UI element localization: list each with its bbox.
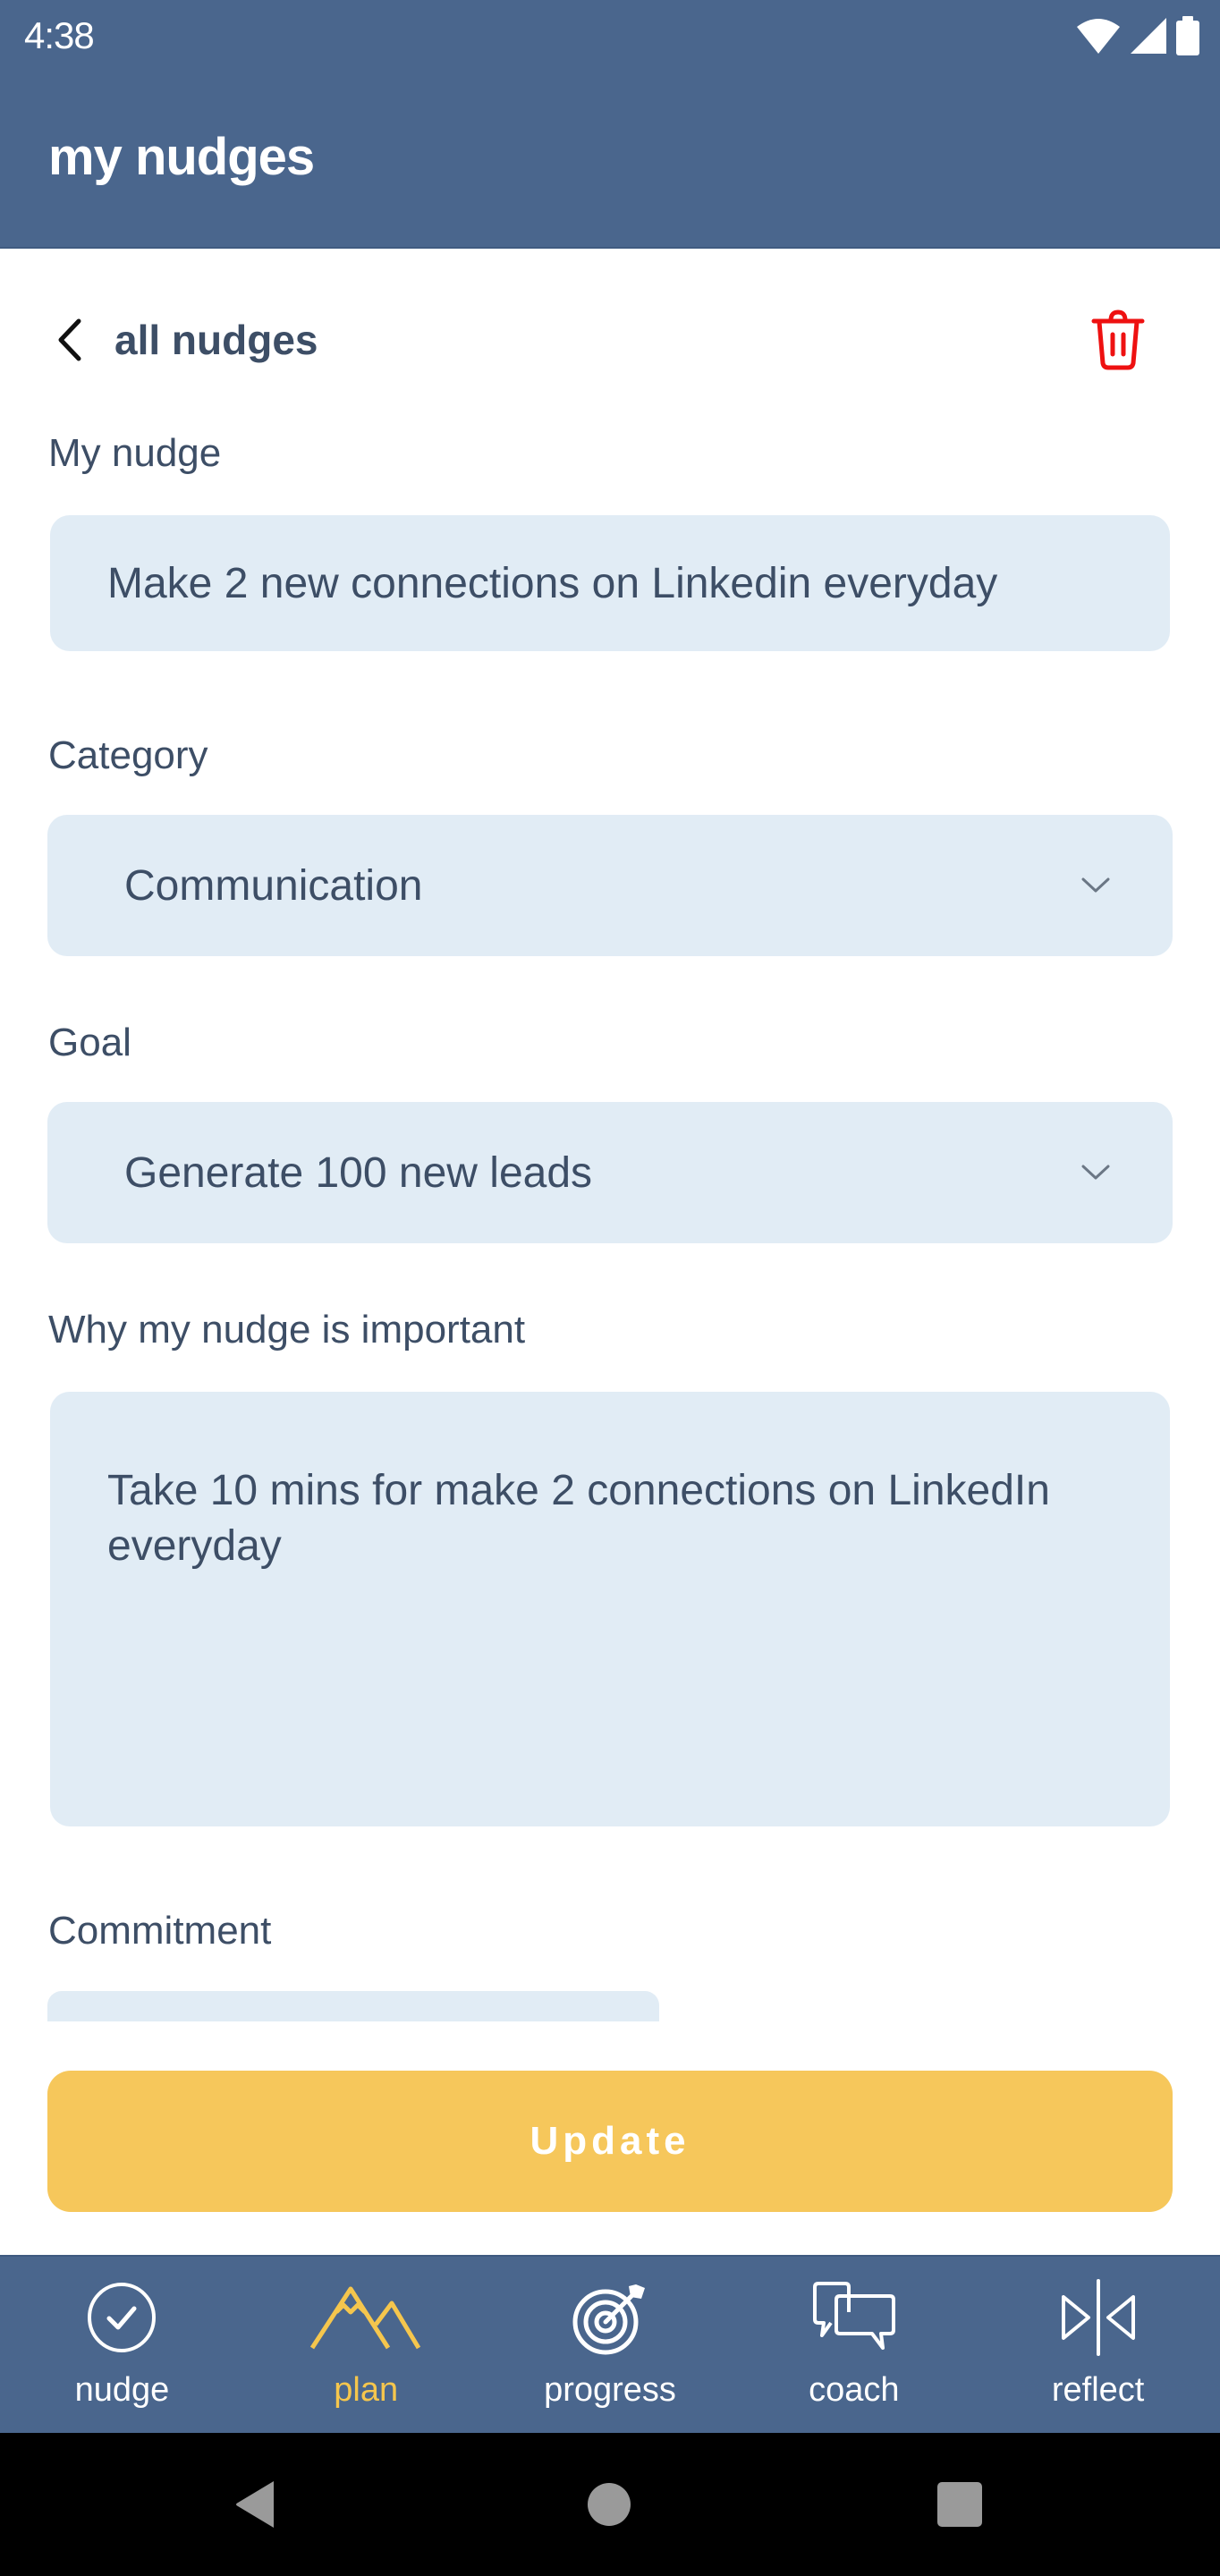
- nav-item-plan[interactable]: plan: [244, 2257, 488, 2433]
- chevron-down-icon: [1081, 877, 1110, 893]
- nudge-input[interactable]: Make 2 new connections on Linkedin every…: [50, 515, 1170, 651]
- cellular-signal-icon: [1131, 18, 1166, 54]
- system-back-button[interactable]: [224, 2476, 286, 2533]
- status-icons: [1075, 16, 1200, 55]
- commitment-input[interactable]: [47, 1991, 659, 2021]
- chevron-left-icon: [58, 318, 81, 361]
- status-bar: 4:38: [0, 0, 1220, 72]
- nudge-label: My nudge: [48, 431, 222, 475]
- category-label: Category: [48, 733, 208, 777]
- nav-label: nudge: [74, 2371, 170, 2409]
- system-recents-button[interactable]: [928, 2476, 991, 2533]
- chat-bubbles-icon: [812, 2282, 895, 2350]
- status-time: 4:38: [24, 14, 95, 56]
- nav-item-nudge[interactable]: nudge: [0, 2257, 244, 2433]
- goal-select[interactable]: Generate 100 new leads: [47, 1102, 1173, 1243]
- importance-label: Why my nudge is important: [48, 1308, 526, 1352]
- target-icon: [572, 2284, 645, 2355]
- check-circle-icon: [88, 2283, 157, 2352]
- chevron-down-icon: [1081, 1165, 1110, 1180]
- nav-label: progress: [544, 2371, 676, 2409]
- system-back-icon: [236, 2481, 274, 2528]
- battery-icon: [1176, 16, 1199, 55]
- system-recents-icon: [937, 2482, 982, 2527]
- trash-icon: [1091, 309, 1145, 370]
- bottom-nav: nudge plan progress coach reflect: [0, 2255, 1220, 2433]
- back-label: all nudges: [114, 317, 318, 363]
- system-home-button[interactable]: [578, 2476, 640, 2533]
- system-home-icon: [588, 2483, 631, 2526]
- nav-label: coach: [809, 2371, 900, 2409]
- nudge-input-value: Make 2 new connections on Linkedin every…: [107, 559, 998, 607]
- system-nav-bar: [0, 2433, 1220, 2576]
- nav-item-coach[interactable]: coach: [732, 2257, 976, 2433]
- nav-label: plan: [334, 2371, 399, 2409]
- category-select[interactable]: Communication: [47, 815, 1173, 956]
- reflect-icon: [1061, 2279, 1135, 2356]
- page-title: my nudges: [48, 128, 315, 186]
- importance-textarea[interactable]: Take 10 mins for make 2 connections on L…: [50, 1392, 1170, 1826]
- goal-selected-value: Generate 100 new leads: [124, 1148, 593, 1197]
- nav-item-progress[interactable]: progress: [488, 2257, 733, 2433]
- importance-textarea-value: Take 10 mins for make 2 connections on L…: [107, 1467, 1050, 1570]
- app-bar: my nudges: [0, 72, 1220, 249]
- back-button[interactable]: all nudges: [54, 300, 318, 380]
- wifi-icon: [1077, 19, 1120, 54]
- commitment-label: Commitment: [48, 1909, 272, 1953]
- category-selected-value: Communication: [124, 861, 423, 910]
- goal-label: Goal: [48, 1021, 131, 1064]
- nav-item-reflect[interactable]: reflect: [976, 2257, 1220, 2433]
- update-button[interactable]: Update: [47, 2071, 1173, 2212]
- delete-button[interactable]: [1082, 304, 1154, 376]
- mountain-icon: [310, 2286, 421, 2350]
- nav-label: reflect: [1051, 2371, 1145, 2409]
